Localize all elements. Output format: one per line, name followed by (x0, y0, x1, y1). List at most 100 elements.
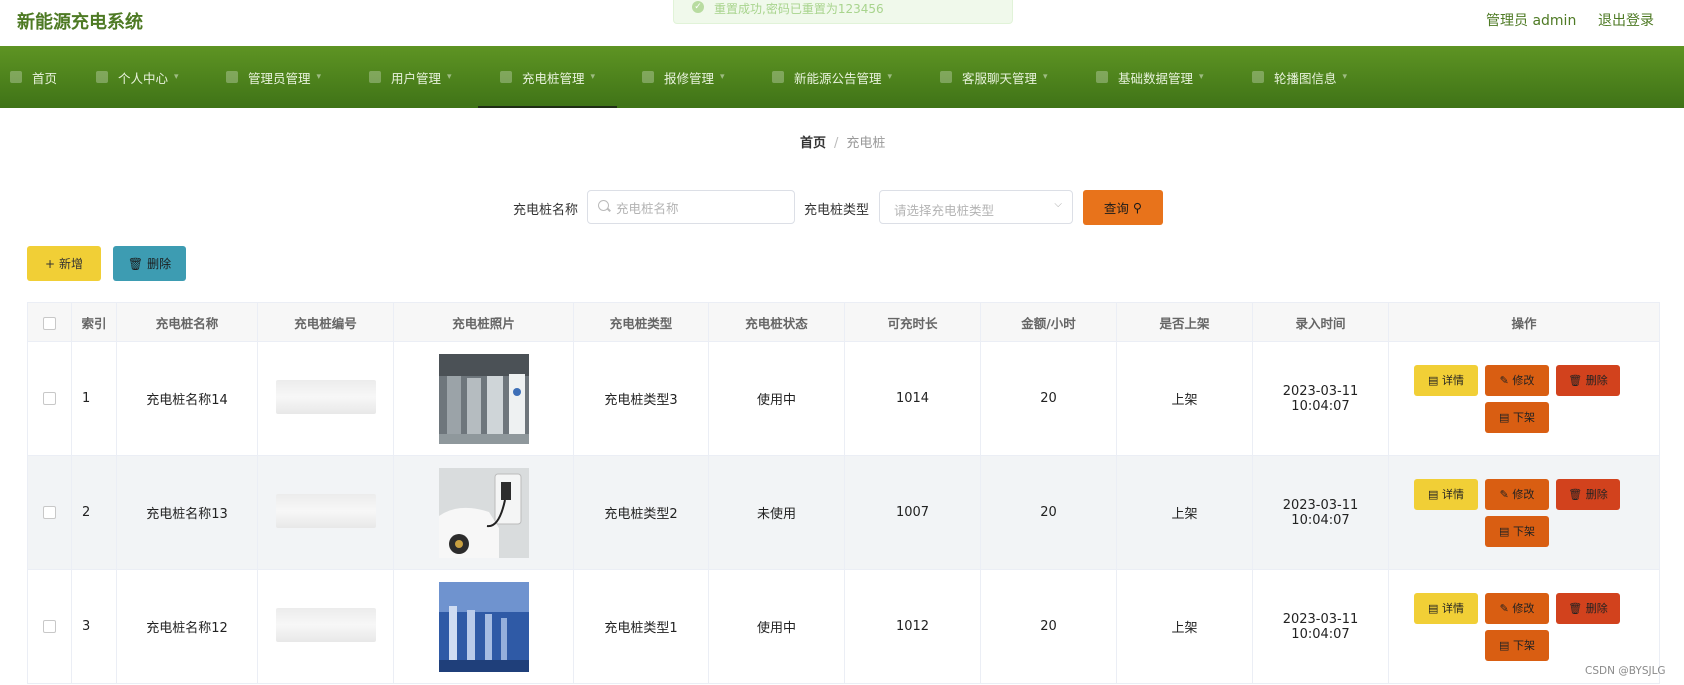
charge-duration: 1014 (844, 341, 981, 456)
add-button[interactable]: + 新增 (27, 246, 101, 281)
row-select-cell[interactable] (27, 455, 72, 570)
charger-photo-cell (393, 455, 574, 570)
detail-button[interactable]: ▤ 详情 (1414, 478, 1478, 510)
nav-item-charger-management[interactable]: 充电桩管理 ▾ (477, 46, 618, 108)
chevron-down-icon: ▾ (447, 72, 452, 82)
nav-item-label: 用户管理 (391, 70, 442, 86)
column-header: 充电桩编号 (257, 302, 394, 342)
delete-button[interactable]: 🗑 删除 (1556, 478, 1620, 510)
edit-button[interactable]: ✎ 修改 (1485, 592, 1549, 624)
row-checkbox[interactable] (43, 620, 56, 633)
globe-icon (1096, 71, 1108, 83)
chevron-down-icon: ▾ (1043, 72, 1048, 82)
charge-duration: 1012 (844, 569, 981, 684)
detail-icon: ▤ (1428, 601, 1439, 615)
current-user-label: 管理员 admin (1486, 13, 1577, 29)
nav-item-announcement-management[interactable]: 新能源公告管理 ▾ (772, 46, 892, 108)
table-row: 2 充电桩名称13 充电桩类型2 未使用 1007 20 上架 2023-03-… (27, 455, 1660, 570)
edit-button[interactable]: ✎ 修改 (1485, 364, 1549, 396)
detail-label: 详情 (1441, 602, 1464, 615)
query-button[interactable]: 查询 ⚲ (1083, 190, 1163, 225)
edit-button[interactable]: ✎ 修改 (1485, 478, 1549, 510)
delete-button[interactable]: 🗑 删除 (1556, 592, 1620, 624)
nav-item-label: 新能源公告管理 (794, 70, 882, 86)
column-header: 索引 (71, 302, 117, 342)
select-all-cell[interactable] (27, 302, 72, 342)
add-button-label: 新增 (59, 257, 84, 271)
charger-name-input[interactable] (614, 191, 793, 225)
delete-label: 删除 (1585, 602, 1608, 615)
column-header: 充电桩名称 (116, 302, 258, 342)
entry-time: 2023-03-11 10:04:07 (1252, 455, 1389, 570)
nav-item-home[interactable]: 首页 (10, 46, 57, 108)
breadcrumb-separator: / (834, 136, 839, 151)
redacted-block (275, 379, 376, 414)
charger-name-search[interactable] (587, 190, 795, 225)
chevron-down-icon: ▾ (1342, 72, 1348, 82)
entry-time: 2023-03-11 10:04:07 (1252, 341, 1389, 456)
delete-label: 删除 (1585, 374, 1608, 387)
row-select-cell[interactable] (27, 341, 72, 456)
app-title: 新能源充电系统 (17, 12, 143, 33)
row-select-cell[interactable] (27, 569, 72, 684)
trash-icon: 🗑 (1568, 373, 1583, 387)
chevron-down-icon: ▾ (887, 72, 893, 82)
detail-button[interactable]: ▤ 详情 (1414, 592, 1478, 624)
charger-name: 充电桩名称14 (116, 341, 258, 456)
nav-item-label: 基础数据管理 (1118, 70, 1194, 86)
charger-type-select[interactable]: 请选择充电桩类型 ⌵ (879, 190, 1073, 224)
row-checkbox[interactable] (43, 506, 56, 519)
row-checkbox[interactable] (43, 392, 56, 405)
detail-button[interactable]: ▤ 详情 (1414, 364, 1478, 396)
row-index: 3 (71, 569, 117, 684)
nav-item-label: 管理员管理 (248, 70, 311, 86)
delete-button[interactable]: 🗑 删除 (1556, 364, 1620, 396)
charger-table: 索引 充电桩名称 充电桩编号 充电桩照片 充电桩类型 充电桩状态 可充时长 金额… (27, 302, 1660, 684)
plus-icon: + (44, 256, 56, 271)
unlist-button[interactable]: ▤ 下架 (1485, 629, 1549, 661)
ev-charging-car-photo (438, 467, 529, 558)
delete-label: 删除 (1585, 488, 1608, 501)
column-header: 充电桩状态 (708, 302, 845, 342)
breadcrumb-home[interactable]: 首页 (800, 136, 826, 151)
charger-status: 使用中 (708, 341, 845, 456)
select-all-checkbox[interactable] (43, 316, 56, 330)
nav-item-basic-data-management[interactable]: 基础数据管理 ▾ (1096, 46, 1204, 108)
toast-message: 重置成功,密码已重置为123456 (714, 2, 884, 16)
charger-name: 充电桩名称13 (116, 455, 258, 570)
search-icon: ⚲ (1132, 200, 1143, 215)
search-icon (598, 200, 609, 211)
charger-status: 使用中 (708, 569, 845, 684)
row-index: 1 (71, 341, 117, 456)
detail-label: 详情 (1441, 374, 1464, 387)
nav-item-personal-center[interactable]: 个人中心 ▾ (96, 46, 179, 108)
nav-item-repair-management[interactable]: 报修管理 ▾ (642, 46, 725, 108)
nav-item-user-management[interactable]: 用户管理 ▾ (369, 46, 452, 108)
charger-type: 充电桩类型3 (573, 341, 709, 456)
edit-icon: ✎ (1499, 601, 1509, 615)
detail-icon: ▤ (1428, 373, 1439, 387)
charger-name-label: 充电桩名称 (513, 203, 579, 218)
column-header: 是否上架 (1116, 302, 1253, 342)
entry-time: 2023-03-11 10:04:07 (1252, 569, 1389, 684)
nav-item-label: 报修管理 (664, 70, 715, 86)
nav-item-carousel-info[interactable]: 轮播图信息 ▾ (1252, 46, 1347, 108)
success-toast: ✓ 重置成功,密码已重置为123456 (673, 0, 1013, 24)
charging-posts-photo (438, 581, 529, 672)
main-nav: 首页 个人中心 ▾ 管理员管理 ▾ 用户管理 ▾ 充电桩管理 ▾ 报修管理 ▾ … (0, 46, 1684, 108)
unlist-label: 下架 (1512, 411, 1535, 424)
column-header: 可充时长 (844, 302, 981, 342)
operations-cell: ▤ 详情 ✎ 修改 🗑 删除 ▤ 下架 (1388, 341, 1660, 456)
price-per-hour: 20 (980, 341, 1117, 456)
flag-icon (500, 71, 512, 83)
unlist-button[interactable]: ▤ 下架 (1485, 515, 1549, 547)
charger-number-redacted (257, 569, 394, 684)
logout-link[interactable]: 退出登录 (1598, 10, 1654, 30)
nav-item-admin-management[interactable]: 管理员管理 ▾ (226, 46, 321, 108)
unlist-label: 下架 (1512, 525, 1535, 538)
redacted-block (275, 607, 376, 642)
watermark: CSDN @BYSJLG (1585, 665, 1666, 677)
batch-delete-button[interactable]: 🗑 删除 (113, 246, 186, 281)
unlist-button[interactable]: ▤ 下架 (1485, 401, 1549, 433)
nav-item-customer-chat-management[interactable]: 客服聊天管理 ▾ (940, 46, 1048, 108)
